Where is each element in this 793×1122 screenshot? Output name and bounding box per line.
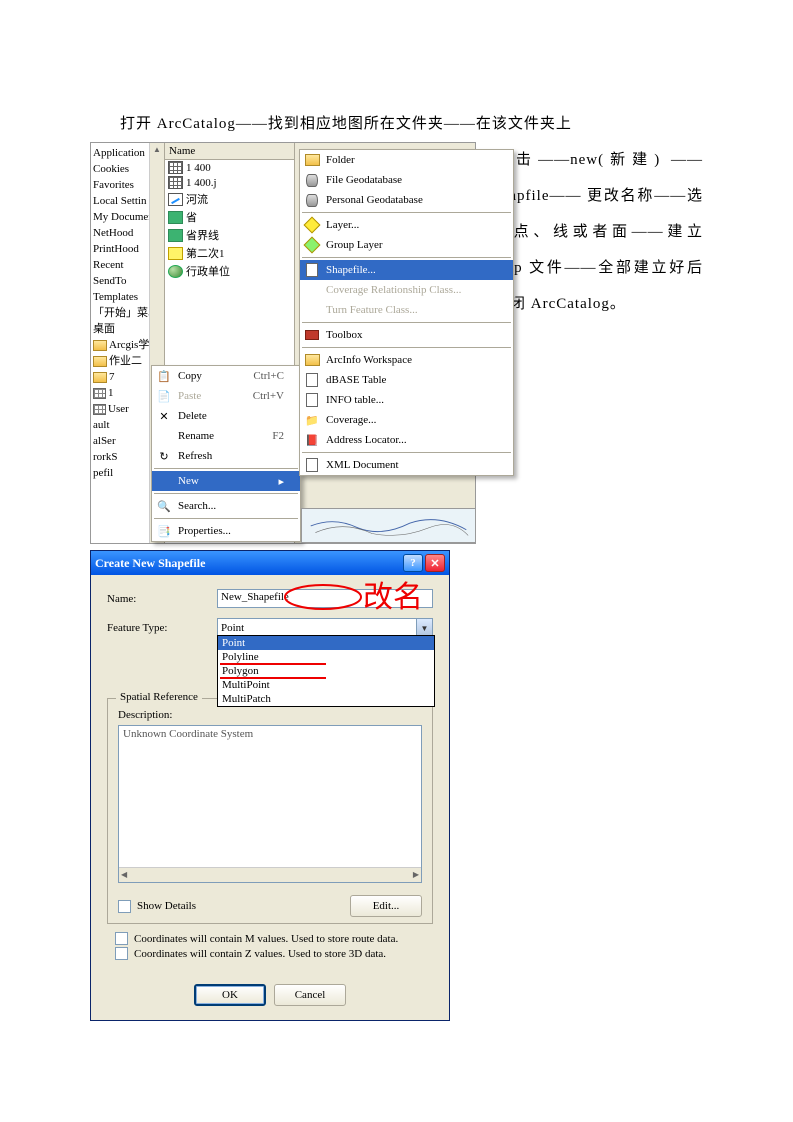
option-polyline[interactable]: Polyline: [218, 650, 434, 664]
m-values-label: Coordinates will contain M values. Used …: [134, 933, 398, 945]
green-icon: [168, 211, 183, 224]
new-address-locator[interactable]: 📕Address Locator...: [300, 430, 513, 450]
catalog-item-label: 行政单位: [186, 263, 230, 279]
option-polygon[interactable]: Polygon: [218, 664, 434, 678]
option-multipoint[interactable]: MultiPoint: [218, 678, 434, 692]
help-button[interactable]: ?: [403, 554, 423, 572]
yellow-icon: [168, 247, 183, 260]
catalog-item-label: 1 400.j: [186, 177, 217, 189]
grid-icon: [168, 161, 183, 174]
new-coverage-rel: Coverage Relationship Class...: [300, 280, 513, 300]
catalog-item[interactable]: 1 400.j: [165, 175, 294, 190]
ok-button[interactable]: OK: [194, 984, 266, 1006]
show-details-label: Show Details: [137, 900, 196, 912]
new-info-table[interactable]: INFO table...: [300, 390, 513, 410]
catalog-item[interactable]: 省界线: [165, 226, 294, 244]
create-shapefile-dialog: Create New Shapefile ? ✕ Name: New_Shape…: [90, 550, 450, 1021]
new-layer[interactable]: Layer...: [300, 215, 513, 235]
dialog-title-text: Create New Shapefile: [95, 556, 205, 571]
catalog-item[interactable]: 河流: [165, 190, 294, 208]
context-menu: 📋CopyCtrl+C 📄PasteCtrl+V ✕Delete RenameF…: [151, 365, 301, 542]
new-folder[interactable]: Folder: [300, 150, 513, 170]
menu-new[interactable]: New: [152, 471, 300, 491]
catalog-item-label: 河流: [186, 191, 208, 207]
new-turn-feature: Turn Feature Class...: [300, 300, 513, 320]
line-icon: [168, 193, 183, 206]
column-header-name[interactable]: Name: [165, 143, 294, 160]
catalog-item[interactable]: 省: [165, 208, 294, 226]
option-point[interactable]: Point: [218, 636, 434, 650]
m-values-checkbox[interactable]: [115, 932, 128, 945]
new-dbase-table[interactable]: dBASE Table: [300, 370, 513, 390]
new-coverage[interactable]: 📁Coverage...: [300, 410, 513, 430]
z-values-label: Coordinates will contain Z values. Used …: [134, 948, 386, 960]
catalog-item-label: 1 400: [186, 162, 211, 174]
new-personal-geodatabase[interactable]: Personal Geodatabase: [300, 190, 513, 210]
new-arcinfo-workspace[interactable]: ArcInfo Workspace: [300, 350, 513, 370]
grid-icon: [168, 176, 183, 189]
catalog-item-label: 省界线: [186, 227, 219, 243]
menu-search[interactable]: 🔍Search...: [152, 496, 300, 516]
catalog-item[interactable]: 第二次1: [165, 244, 294, 262]
spatial-ref-legend: Spatial Reference: [116, 691, 202, 703]
green-icon: [168, 229, 183, 242]
feature-type-dropdown: Point Polyline Polygon MultiPoint MultiP…: [217, 635, 435, 707]
name-label: Name:: [107, 593, 217, 605]
menu-properties[interactable]: 📑Properties...: [152, 521, 300, 541]
new-xml-document[interactable]: XML Document: [300, 455, 513, 475]
edit-button[interactable]: Edit...: [350, 895, 422, 917]
description-label: Description:: [118, 709, 422, 721]
catalog-item[interactable]: 行政单位: [165, 262, 294, 280]
new-file-geodatabase[interactable]: File Geodatabase: [300, 170, 513, 190]
show-details-checkbox[interactable]: [118, 900, 131, 913]
menu-delete[interactable]: ✕Delete: [152, 406, 300, 426]
menu-rename[interactable]: RenameF2: [152, 426, 300, 446]
name-input[interactable]: New_Shapefile: [217, 589, 433, 608]
menu-refresh[interactable]: ↻Refresh: [152, 446, 300, 466]
spatial-reference-group: Spatial Reference Description: Unknown C…: [107, 698, 433, 924]
catalog-item[interactable]: 1 400: [165, 160, 294, 175]
desc-horizontal-scrollbar[interactable]: [119, 867, 421, 882]
menu-paste: 📄PasteCtrl+V: [152, 386, 300, 406]
new-submenu: Folder File Geodatabase Personal Geodata…: [299, 149, 514, 476]
new-toolbox[interactable]: Toolbox: [300, 325, 513, 345]
catalog-item-label: 省: [186, 209, 197, 225]
close-button[interactable]: ✕: [425, 554, 445, 572]
globe-icon: [168, 265, 183, 278]
dialog-titlebar[interactable]: Create New Shapefile ? ✕: [91, 551, 449, 575]
catalog-item-label: 第二次1: [186, 245, 225, 261]
z-values-checkbox[interactable]: [115, 947, 128, 960]
new-group-layer[interactable]: Group Layer: [300, 235, 513, 255]
map-preview: [301, 508, 476, 543]
description-textbox[interactable]: Unknown Coordinate System: [118, 725, 422, 883]
new-shapefile[interactable]: Shapefile...: [300, 260, 513, 280]
arccatalog-screenshot: ApplicationCookiesFavoritesLocal SettinM…: [90, 142, 476, 544]
cancel-button[interactable]: Cancel: [274, 984, 346, 1006]
feature-type-label: Feature Type:: [107, 622, 217, 634]
menu-copy[interactable]: 📋CopyCtrl+C: [152, 366, 300, 386]
intro-text: 打开 ArcCatalog——找到相应地图所在文件夹——在该文件夹上: [90, 108, 703, 140]
option-multipatch[interactable]: MultiPatch: [218, 692, 434, 706]
